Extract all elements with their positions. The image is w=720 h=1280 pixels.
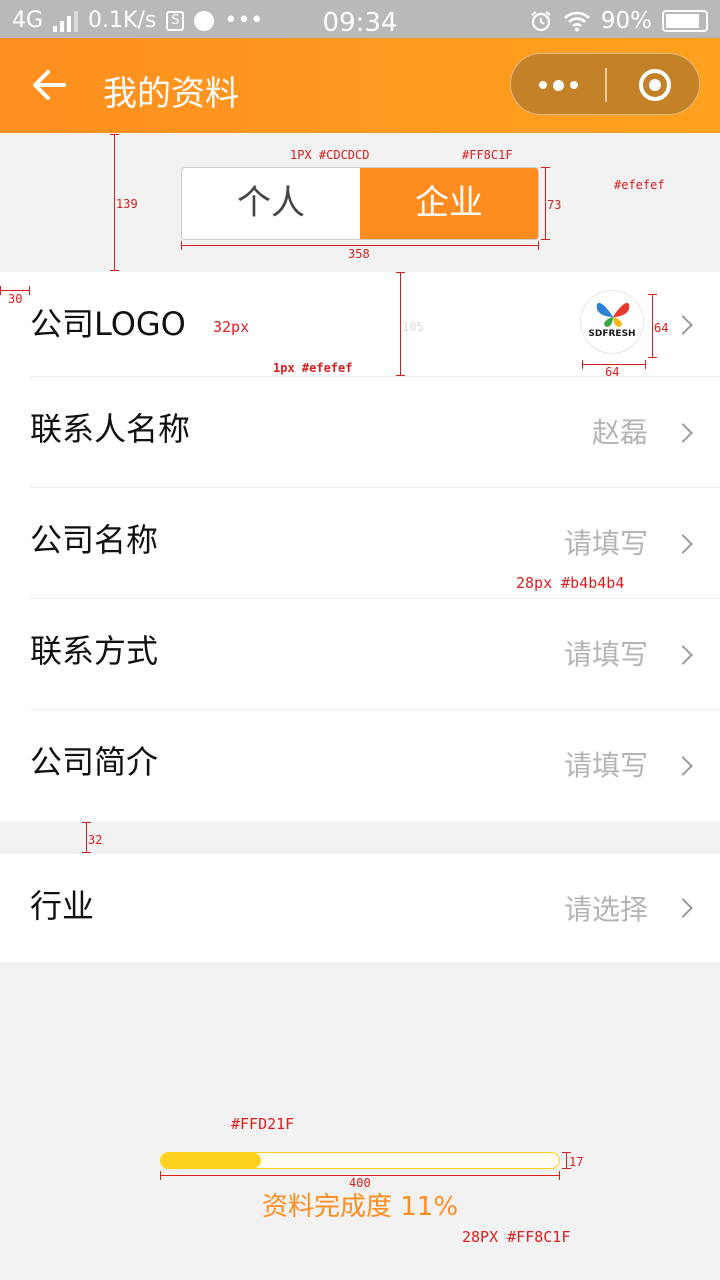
chevron-right-icon (673, 898, 693, 918)
list-item-contact-name[interactable]: 联系人名称 赵磊 (0, 377, 720, 488)
account-type-segment: 个人 企业 (181, 167, 539, 240)
annotation-logo-width: 64 (605, 365, 620, 379)
annotation-segment-color: #FF8C1F (462, 148, 513, 162)
annotation-tick (110, 270, 119, 271)
annotation-line (400, 272, 401, 376)
company-logo-label: 公司LOGO (30, 305, 186, 343)
logo-text: SDFRESH (588, 329, 636, 339)
annotation-tick (541, 167, 550, 168)
company-intro-value: 请填写 (563, 749, 648, 782)
annotation-line (545, 167, 546, 240)
profile-completion-progress (160, 1152, 560, 1169)
completion-text: 资料完成度 11% (261, 1192, 459, 1222)
capsule-divider (605, 68, 607, 102)
wifi-icon (563, 11, 590, 32)
close-target-icon[interactable] (639, 69, 671, 101)
chevron-right-icon (673, 755, 693, 776)
company-logo-avatar[interactable]: SDFRESH (580, 290, 644, 354)
annotation-tick (110, 134, 119, 135)
annotation-tick (0, 286, 1, 295)
back-arrow-icon[interactable] (28, 64, 70, 106)
company-name-label: 公司名称 (30, 521, 159, 559)
annotation-tick (396, 375, 405, 376)
industry-card: 行业 请选择 (0, 854, 720, 962)
industry-value: 请选择 (563, 893, 648, 926)
progress-fill (161, 1153, 261, 1168)
annotation-line (86, 822, 87, 853)
page-title: 我的资料 (103, 74, 239, 114)
annotation-line (0, 290, 30, 291)
annotation-segment-border: 1PX #CDCDCD (290, 148, 370, 162)
list-item-company-intro[interactable]: 公司简介 请填写 (0, 710, 720, 821)
annotation-tick (648, 294, 657, 295)
annotation-height-73: 73 (547, 198, 562, 212)
butterfly-logo-icon (596, 302, 630, 327)
annotation-line (181, 245, 539, 246)
chevron-right-icon (673, 533, 693, 554)
chevron-right-icon (673, 422, 693, 443)
tab-personal[interactable]: 个人 (182, 168, 360, 239)
annotation-tick (582, 360, 583, 369)
battery-percent: 90% (600, 8, 652, 34)
annotation-bar-height: 17 (569, 1155, 584, 1169)
annotation-text-style: 28PX #FF8C1F (462, 1228, 571, 1246)
annotation-tick (82, 822, 91, 823)
annotation-logo-height: 64 (654, 321, 669, 335)
annotation-gap-32: 32 (88, 833, 103, 847)
annotation-tick (160, 1171, 161, 1180)
alarm-icon (531, 11, 551, 32)
annotation-font-32: 32px (213, 318, 250, 336)
list-item-industry[interactable]: 行业 请选择 (0, 854, 720, 962)
annotation-divider: 1px #efefef (273, 361, 353, 375)
contact-method-value: 请填写 (563, 638, 648, 671)
contact-name-value: 赵磊 (591, 416, 648, 449)
list-item-company-logo[interactable]: 公司LOGO SDFRESH (0, 272, 720, 377)
contact-name-label: 联系人名称 (30, 410, 191, 448)
annotation-width-30: 30 (8, 292, 23, 306)
profile-info-card: 公司LOGO SDFRESH 联系人名称 赵磊 公司名称 请填写 联系方式 请填… (0, 272, 720, 821)
more-menu-icon[interactable] (511, 54, 606, 116)
annotation-tick (648, 357, 657, 358)
annotation-tick (538, 241, 539, 250)
tab-enterprise[interactable]: 企业 (360, 168, 538, 239)
annotation-line (652, 294, 653, 358)
annotation-tick (82, 852, 91, 853)
annotation-bar-color: #FFD21F (231, 1115, 295, 1133)
mini-program-capsule (510, 53, 700, 115)
annotation-tick (541, 239, 550, 240)
list-item-contact-method[interactable]: 联系方式 请填写 (0, 599, 720, 710)
industry-label: 行业 (30, 887, 95, 925)
annotation-line (114, 134, 115, 271)
battery-icon (662, 10, 708, 32)
annotation-height-139: 139 (116, 197, 138, 211)
annotation-value-style: 28px #b4b4b4 (516, 574, 625, 592)
chevron-right-icon (673, 314, 693, 335)
nav-bar: 我的资料 (0, 38, 720, 133)
annotation-line (566, 1152, 567, 1169)
annotation-bg-color: #efefef (614, 178, 665, 192)
annotation-tick (562, 1152, 571, 1153)
annotation-tick (559, 1171, 560, 1180)
company-intro-label: 公司简介 (30, 743, 159, 781)
annotation-height-105: 105 (402, 320, 424, 334)
annotation-tick (396, 272, 405, 273)
annotation-tick (645, 360, 646, 369)
annotation-tick (29, 286, 30, 295)
annotation-tick (181, 241, 182, 250)
chevron-right-icon (673, 644, 693, 665)
contact-method-label: 联系方式 (30, 632, 159, 670)
annotation-width-358: 358 (348, 247, 370, 261)
